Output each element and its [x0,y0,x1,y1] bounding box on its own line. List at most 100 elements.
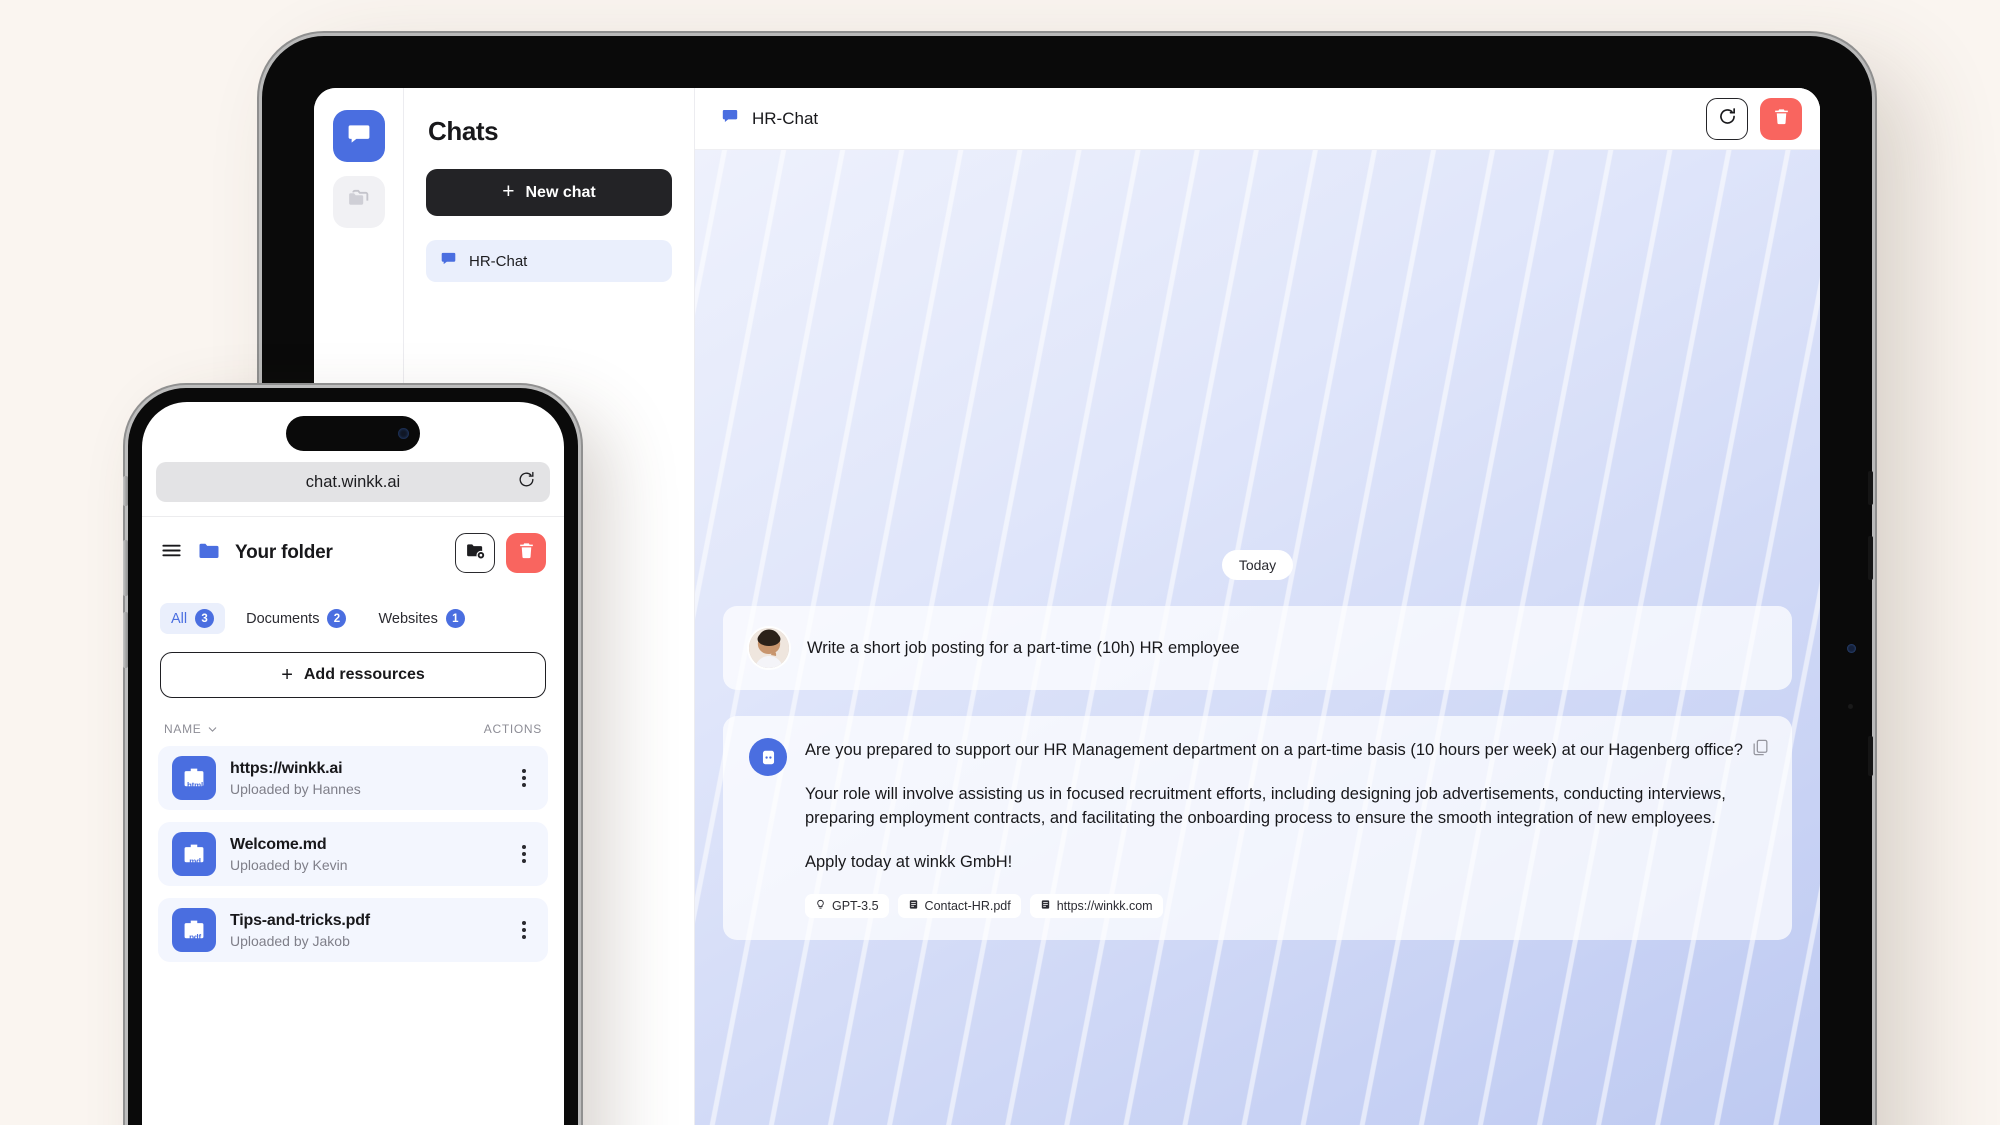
folder-delete-button[interactable] [506,533,546,573]
refresh-icon [1717,106,1738,132]
tab-documents-count: 2 [327,609,347,628]
message-assistant: Are you prepared to support our HR Manag… [723,716,1792,941]
row-actions-menu-icon[interactable] [514,915,534,945]
phone-button-silent[interactable] [123,476,128,506]
resource-table-header: NAME ACTIONS [142,698,564,746]
conversation-actions [1706,97,1802,140]
row-actions-menu-icon[interactable] [514,839,534,869]
tab-documents-label: Documents [246,610,320,627]
conversation-panel: HR-Chat Today Write a short job posting … [694,88,1820,1125]
message-user-text: Write a short job posting for a part-tim… [807,638,1240,657]
document-icon [1040,899,1051,913]
delete-button[interactable] [1760,97,1802,140]
rail-item-chats[interactable] [332,110,385,162]
new-chat-label: New chat [525,183,596,201]
chat-bubble-icon [721,107,739,130]
add-resources-label: Add ressources [303,666,425,683]
browser-address-bar[interactable]: chat.winkk.ai [156,462,550,502]
folder-gear-icon [465,540,486,566]
page-title: Chats [428,116,499,146]
tab-websites[interactable]: Websites 1 [367,603,475,634]
message-user: Write a short job posting for a part-tim… [723,606,1792,690]
copy-icon[interactable] [1751,738,1770,762]
phone-button-volume-up[interactable] [123,540,128,596]
tablet-button-volume-up[interactable] [1868,471,1873,505]
chip-source-pdf-label: Contact-HR.pdf [924,899,1011,914]
chat-list-item-label: HR-Chat [469,252,528,270]
assistant-paragraph-3: Apply today at winkk GmbH! [805,853,1013,872]
file-extension: .pdf [187,933,201,942]
folder-title: Your folder [235,542,333,563]
file-info: Tips-and-tricks.pdf Uploaded by Jakob [230,912,370,949]
conversation-title: HR-Chat [752,108,819,128]
conversation-header: HR-Chat [695,88,1820,150]
reload-icon[interactable] [517,470,536,494]
table-row[interactable]: .html https://winkk.ai Uploaded by Hanne… [158,746,548,810]
table-row[interactable]: .pdf Tips-and-tricks.pdf Uploaded by Jak… [158,898,548,962]
chat-bubble-icon [440,250,457,272]
file-name: Welcome.md [230,835,327,853]
file-name: https://winkk.ai [230,759,343,777]
browser-url: chat.winkk.ai [305,472,401,491]
chevron-down-icon[interactable] [207,724,218,735]
tablet-button-volume-down[interactable] [1868,536,1873,580]
folder-icon [346,187,371,217]
phone-camera [398,428,409,439]
new-chat-button[interactable]: + New chat [426,169,672,216]
phone-device: chat.winkk.ai Your folder All 3 Document… [123,388,578,1125]
file-name: Tips-and-tricks.pdf [230,911,370,929]
file-icon: .html [172,756,216,800]
trash-icon [517,541,536,565]
message-assistant-text: Are you prepared to support our HR Manag… [805,738,1766,874]
assistant-paragraph-1: Are you prepared to support our HR Manag… [805,741,1743,759]
file-info: Welcome.md Uploaded by Kevin [230,836,348,873]
trash-icon [1772,107,1791,131]
chat-list-item-hr-chat[interactable]: HR-Chat [426,240,672,282]
add-resources-button[interactable]: + Add ressources [160,652,546,698]
tab-documents[interactable]: Documents 2 [235,603,357,634]
bot-icon [749,738,787,776]
file-uploader: Uploaded by Kevin [230,856,348,873]
refresh-button[interactable] [1706,97,1748,140]
folder-header-actions [455,533,546,573]
tablet-button-power[interactable] [1868,736,1873,776]
rail-item-folders[interactable] [332,176,385,228]
plus-icon: + [502,180,515,203]
row-actions-menu-icon[interactable] [514,763,534,793]
phone-notch [286,416,420,451]
lightbulb-icon [815,899,826,913]
plus-icon: + [281,663,293,686]
tab-all-count: 3 [195,609,215,628]
phone-screen: chat.winkk.ai Your folder All 3 Document… [142,402,564,1125]
chat-bubble-icon [346,121,372,152]
message-scroll-area[interactable]: Today Write a short job posting for a pa… [695,150,1820,1125]
chip-model[interactable]: GPT-3.5 [805,894,889,919]
chip-source-pdf[interactable]: Contact-HR.pdf [897,894,1021,919]
file-icon: .pdf [172,908,216,952]
resource-filter-tabs: All 3 Documents 2 Websites 1 [142,589,564,634]
file-uploader: Uploaded by Jakob [230,932,350,949]
table-row[interactable]: .md Welcome.md Uploaded by Kevin [158,822,548,886]
file-extension: .html [184,781,204,790]
chip-source-url-label: https://winkk.com [1056,899,1153,914]
tab-websites-count: 1 [445,609,465,628]
avatar [749,628,789,668]
folder-header: Your folder [142,517,564,589]
date-divider: Today [1221,550,1294,580]
column-header-actions: ACTIONS [483,722,542,736]
conversation-title-group: HR-Chat [721,107,818,130]
tab-all[interactable]: All 3 [160,603,226,634]
message-source-chips: GPT-3.5 Contact-HR.pdf https://winkk.com [805,894,1766,919]
column-header-name[interactable]: NAME [164,722,201,736]
phone-button-volume-down[interactable] [123,612,128,668]
file-uploader: Uploaded by Hannes [230,780,361,797]
date-divider-wrap: Today [723,550,1792,580]
file-extension: .md [187,857,201,866]
hamburger-icon[interactable] [160,539,183,567]
tablet-camera [1847,644,1856,653]
folder-settings-button[interactable] [455,533,495,573]
folder-icon [197,539,221,568]
document-icon [908,899,919,913]
chip-source-url[interactable]: https://winkk.com [1029,894,1163,919]
tablet-sensor [1848,704,1853,709]
